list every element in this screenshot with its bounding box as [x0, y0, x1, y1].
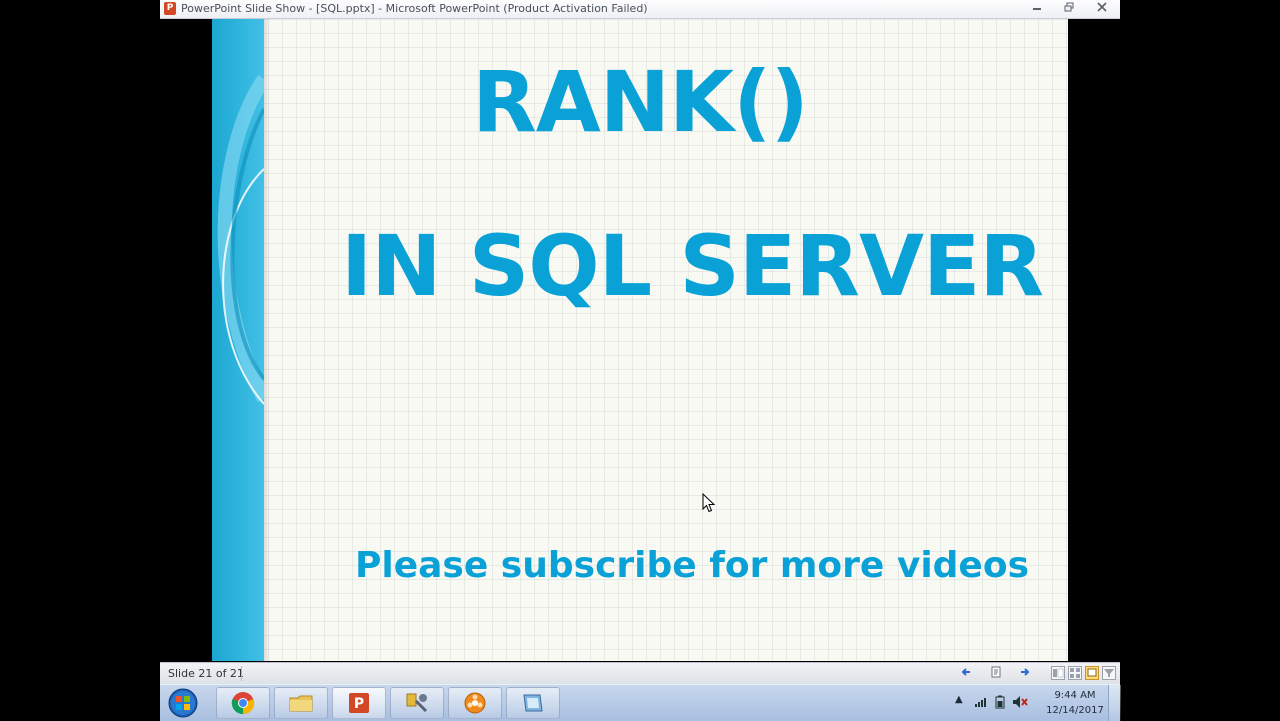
explorer-icon [289, 695, 313, 712]
window-title-bar[interactable]: P PowerPoint Slide Show - [SQL.pptx] - M… [160, 0, 1120, 19]
menu-icon [991, 666, 1001, 678]
minimize-icon [1033, 8, 1041, 10]
normal-view-button[interactable] [1051, 666, 1065, 680]
app-icon [523, 694, 543, 712]
volume-muted-icon[interactable] [1012, 695, 1028, 709]
svg-text:P: P [354, 696, 364, 712]
network-icon[interactable] [974, 696, 988, 708]
next-icon [1021, 668, 1030, 676]
slide-sorter-icon [1070, 668, 1080, 678]
normal-view-icon [1053, 668, 1064, 678]
screen: P PowerPoint Slide Show - [SQL.pptx] - M… [160, 0, 1121, 721]
previous-slide-button[interactable] [958, 666, 974, 680]
slide-title-line-2: IN SQL SERVER [340, 217, 1044, 315]
close-icon [1097, 2, 1107, 12]
slide-sorter-button[interactable] [1068, 666, 1082, 680]
tray-expand-icon[interactable]: ▲ [955, 694, 963, 705]
slide-show-button[interactable] [1102, 666, 1116, 680]
taskbar-media[interactable] [448, 687, 502, 719]
chrome-icon [231, 692, 255, 715]
reading-view-icon [1087, 668, 1097, 677]
restore-icon [1064, 2, 1074, 12]
tools-icon [406, 693, 428, 713]
window-title: PowerPoint Slide Show - [SQL.pptx] - Mic… [181, 2, 648, 15]
restore-button[interactable] [1058, 1, 1080, 16]
taskbar-chrome[interactable] [216, 687, 270, 719]
media-icon [464, 692, 486, 714]
mouse-pointer-icon [702, 493, 716, 513]
previous-icon [961, 668, 970, 676]
slide-menu-button[interactable] [988, 666, 1004, 680]
next-slide-button[interactable] [1017, 666, 1033, 680]
reading-view-button[interactable] [1085, 666, 1099, 680]
status-bar: Slide 21 of 21 [160, 662, 1120, 685]
battery-icon[interactable] [994, 695, 1006, 709]
taskbar: P ▲ 9:44 AM 12/14/2017 [160, 684, 1121, 721]
show-desktop-button[interactable] [1108, 685, 1121, 721]
slide-canvas[interactable]: RANK() IN SQL SERVER Please subscribe fo… [212, 19, 1068, 661]
powerpoint-app-icon[interactable]: P [164, 2, 176, 15]
minimize-button[interactable] [1026, 1, 1048, 16]
powerpoint-icon: P [349, 693, 369, 713]
slide-subtitle: Please subscribe for more videos [355, 545, 1029, 586]
slide-count: Slide 21 of 21 [168, 667, 244, 680]
close-button[interactable] [1091, 1, 1113, 16]
clock[interactable]: 9:44 AM 12/14/2017 [1044, 688, 1106, 718]
start-button[interactable] [166, 687, 200, 719]
taskbar-powerpoint[interactable]: P [332, 687, 386, 719]
taskbar-tools[interactable] [390, 687, 444, 719]
slide-title-line-1: RANK() [472, 53, 809, 151]
slide-show-icon [1104, 669, 1114, 677]
taskbar-explorer[interactable] [274, 687, 328, 719]
taskbar-app[interactable] [506, 687, 560, 719]
clock-date: 12/14/2017 [1046, 705, 1104, 716]
clock-time: 9:44 AM [1054, 690, 1096, 701]
status-separator [241, 666, 242, 681]
